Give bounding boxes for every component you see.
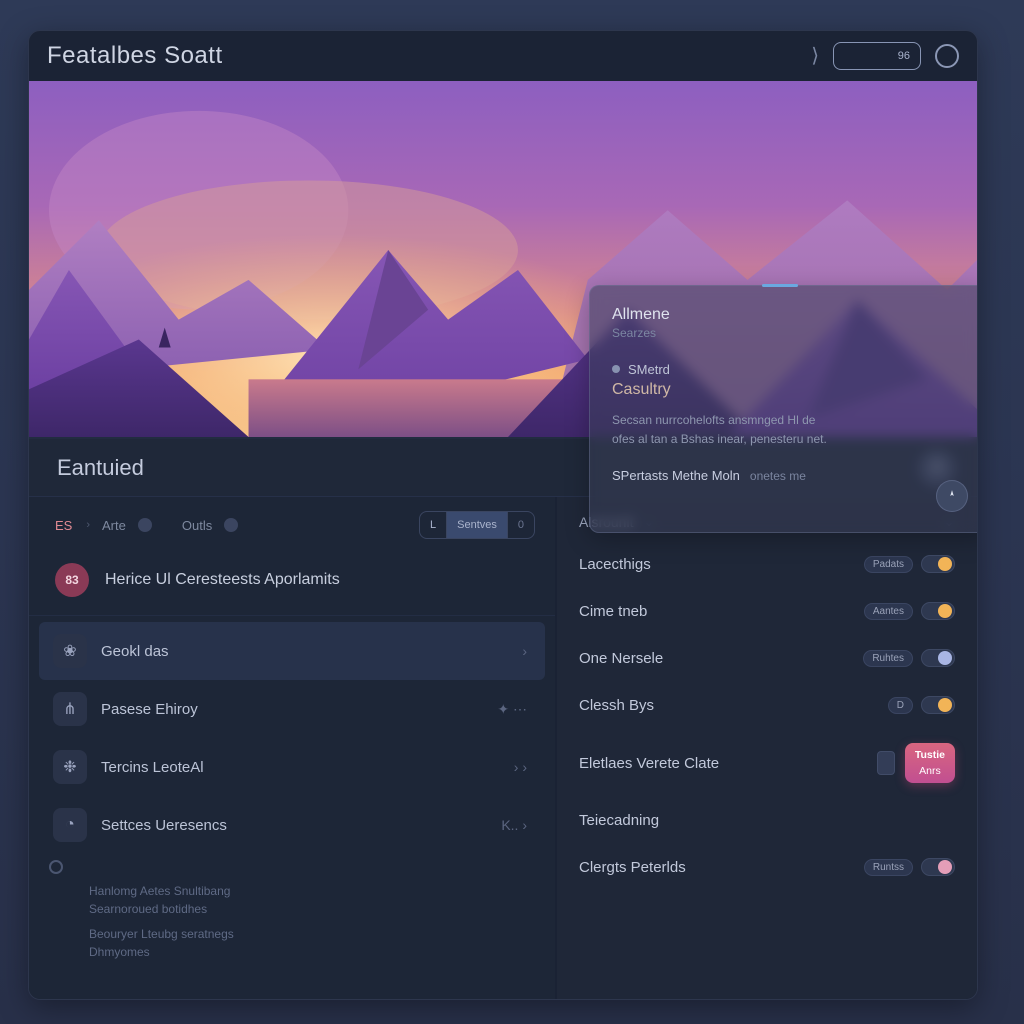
- top-right-controls: ⟩ 96: [811, 42, 959, 70]
- bracket-icon: ⟩: [811, 43, 819, 68]
- star-more-icon: ✦ ⋯: [497, 701, 527, 718]
- status-badge: Runtss: [864, 859, 913, 876]
- settings-row[interactable]: Lacecthigs Padats: [557, 540, 977, 587]
- radio-empty-icon[interactable]: [49, 860, 63, 874]
- list-item[interactable]: ◔ Settces Ueresencs K.. ›: [39, 796, 545, 854]
- toggle-switch[interactable]: [921, 649, 955, 667]
- top-pill-button[interactable]: 96: [833, 42, 921, 70]
- flower-icon: ❀: [53, 634, 87, 668]
- row-label: Eletlaes Verete Clate: [579, 755, 719, 772]
- chip-top: Tustie: [915, 749, 945, 761]
- row-label: One Nersele: [579, 650, 663, 667]
- overlay-title: Allmene: [612, 306, 966, 324]
- item-label: Tercins LeoteAl: [101, 759, 204, 776]
- toggle-switch[interactable]: [921, 602, 955, 620]
- filter-row: ES › Arte Outls L Sentves 0: [29, 497, 555, 549]
- overlay-info-card: Allmene Searzes SMetrd Casultry Secsan n…: [589, 285, 978, 533]
- compass-icon[interactable]: [936, 480, 968, 512]
- keyboard-hint: K.. ›: [501, 817, 527, 833]
- overlay-foot-sub: onetes me: [750, 469, 806, 483]
- toggle-switch[interactable]: [921, 858, 955, 876]
- double-chevron-icon: › ›: [514, 759, 527, 775]
- overlay-body: Secsan nurrcohelofts ansmnged Hl de ofes…: [612, 411, 966, 448]
- list-item[interactable]: ❉ Tercins LeoteAl › ›: [39, 738, 545, 796]
- right-panel: Alsrounit ⌄ ⌄ Lacecthigs Padats Cime tne…: [557, 497, 977, 999]
- left-panel: ES › Arte Outls L Sentves 0 83 Herice Ul…: [29, 497, 557, 999]
- chip-bottom: Anrs: [919, 765, 941, 777]
- filter-b-dot[interactable]: [224, 518, 238, 532]
- item-label: Settces Ueresencs: [101, 817, 227, 834]
- overlay-body-line2: ofes al tan a Bshas inear, penesteru net…: [612, 432, 827, 446]
- row-label: Teiecadning: [579, 812, 659, 829]
- pill-value: 96: [898, 50, 910, 62]
- seg-left[interactable]: L: [420, 512, 446, 538]
- toggle-switch[interactable]: [921, 696, 955, 714]
- footer-line: Hanlomg Aetes Snultibang: [89, 882, 537, 901]
- chip-prefix-icon: [877, 751, 895, 775]
- sub-title: Eantuied: [57, 455, 144, 481]
- footer-line: Beouryer Lteubg seratnegs: [89, 925, 537, 944]
- top-circle-button[interactable]: [935, 44, 959, 68]
- overlay-subtitle: Searzes: [612, 326, 966, 340]
- footer-line: Searnoroued botidhes: [89, 900, 537, 919]
- row-label: Clessh Bys: [579, 697, 654, 714]
- toggle-switch[interactable]: [921, 555, 955, 573]
- status-badge: Padats: [864, 556, 913, 573]
- seg-mid[interactable]: Sentves: [446, 512, 508, 538]
- overlay-body-line1: Secsan nurrcohelofts ansmnged Hl de: [612, 413, 815, 427]
- status-badge: D: [888, 697, 913, 714]
- row-label: Cime tneb: [579, 603, 647, 620]
- settings-row[interactable]: Cime tneb Aantes: [557, 587, 977, 634]
- left-list: ❀ Geokl das › ⋔ Pasese Ehiroy ✦ ⋯ ❉ Terc…: [29, 616, 555, 974]
- footer-line: Dhmyomes: [89, 943, 537, 962]
- clock-icon: ◔: [53, 808, 87, 842]
- settings-row[interactable]: Clessh Bys D: [557, 681, 977, 728]
- status-badge: Aantes: [864, 603, 913, 620]
- filter-b-label[interactable]: Outls: [182, 518, 212, 533]
- settings-row[interactable]: One Nersele Ruhtes: [557, 634, 977, 681]
- segmented-control[interactable]: L Sentves 0: [419, 511, 535, 539]
- featured-item[interactable]: 83 Herice Ul Ceresteests Aporlamits: [29, 549, 555, 616]
- overlay-heading: Casultry: [612, 381, 966, 399]
- settings-row[interactable]: Eletlaes Verete Clate Tustie Anrs: [557, 728, 977, 797]
- fork-icon: ⋔: [53, 692, 87, 726]
- overlay-foot-main: SPertasts Methe Moln: [612, 468, 740, 483]
- columns: ES › Arte Outls L Sentves 0 83 Herice Ul…: [29, 497, 977, 999]
- left-footer-text: Hanlomg Aetes Snultibang Searnoroued bot…: [29, 854, 555, 974]
- settings-row[interactable]: Teiecadning: [557, 797, 977, 843]
- filter-a-label[interactable]: Arte: [102, 518, 126, 533]
- row-label: Clergts Peterlds: [579, 859, 686, 876]
- highlight-chip[interactable]: Tustie Anrs: [905, 743, 955, 783]
- overlay-tag: SMetrd: [612, 362, 966, 377]
- settings-row[interactable]: Clergts Peterlds Runtss: [557, 843, 977, 890]
- filter-a-dot[interactable]: [138, 518, 152, 532]
- top-bar: Featalbes Soatt ⟩ 96: [29, 31, 977, 81]
- featured-badge: 83: [55, 563, 89, 597]
- item-label: Geokl das: [101, 643, 169, 660]
- app-window: Featalbes Soatt ⟩ 96: [28, 30, 978, 1000]
- filter-es[interactable]: ES: [55, 518, 72, 533]
- sparkle-icon: ❉: [53, 750, 87, 784]
- list-item[interactable]: ⋔ Pasese Ehiroy ✦ ⋯: [39, 680, 545, 738]
- status-badge: Ruhtes: [863, 650, 913, 667]
- item-label: Pasese Ehiroy: [101, 701, 198, 718]
- chevron-right-icon: ›: [522, 643, 527, 659]
- seg-right[interactable]: 0: [508, 512, 534, 538]
- app-title: Featalbes Soatt: [47, 42, 223, 70]
- featured-text: Herice Ul Ceresteests Aporlamits: [105, 571, 340, 589]
- list-item[interactable]: ❀ Geokl das ›: [39, 622, 545, 680]
- overlay-footer: SPertasts Methe Moln onetes me: [612, 468, 966, 483]
- chevron-right-icon: ›: [86, 519, 90, 531]
- row-label: Lacecthigs: [579, 556, 651, 573]
